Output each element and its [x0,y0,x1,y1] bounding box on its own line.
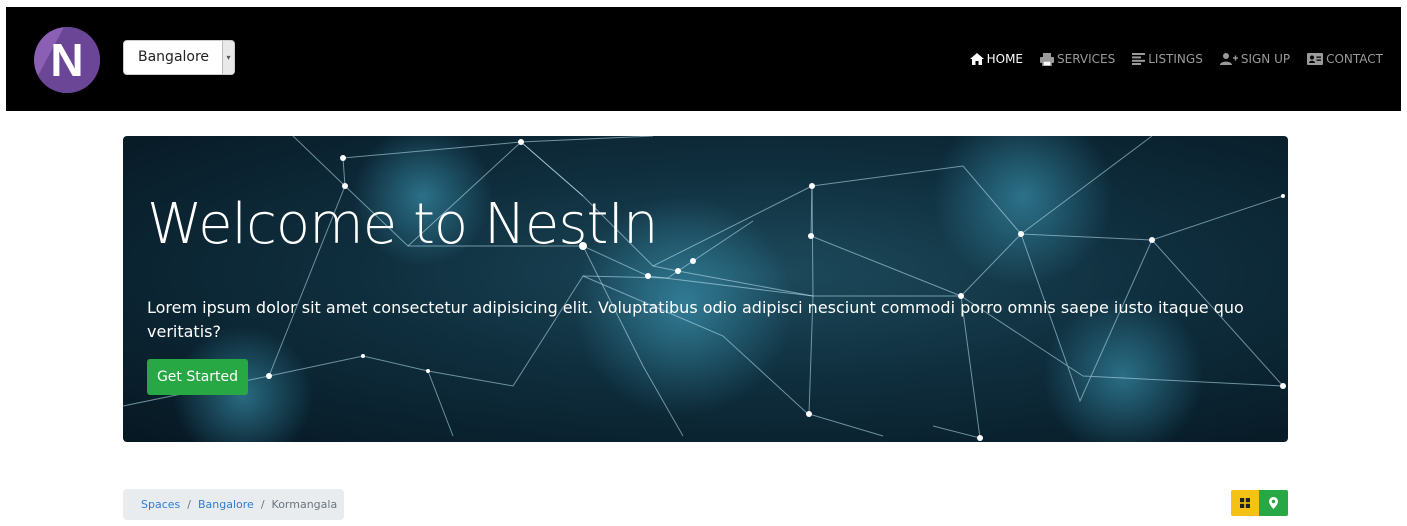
nav-item-services[interactable]: SERVICES [1040,52,1115,66]
nav-label-contact: CONTACT [1326,52,1383,66]
main-nav: HOME SERVICES LISTINGS SIGN UP CONTACT [969,7,1383,111]
breadcrumb-item-spaces[interactable]: Spaces [141,498,180,511]
nav-label-services: SERVICES [1057,52,1116,66]
city-select[interactable]: Bangalore ▾ [123,40,235,75]
chevron-down-icon[interactable]: ▾ [222,41,234,74]
address-card-icon [1307,53,1324,65]
hero-description: Lorem ipsum dolor sit amet consectetur a… [147,298,1244,341]
nav-label-listings: LISTINGS [1148,52,1203,66]
breadcrumb-separator: / [187,498,191,511]
nav-item-contact[interactable]: CONTACT [1307,52,1383,66]
hero-banner: Welcome to NestIn Lorem ipsum dolor sit … [123,136,1288,442]
grid-view-button[interactable] [1231,490,1259,516]
user-plus-icon [1219,53,1238,65]
map-view-button[interactable] [1259,490,1288,516]
breadcrumb-item-city[interactable]: Bangalore [198,498,254,511]
list-icon [1132,53,1146,65]
map-marker-icon [1269,497,1278,509]
breadcrumb-separator: / [260,498,265,511]
city-select-value: Bangalore [138,49,210,65]
grid-icon [1240,498,1250,508]
home-icon [969,53,984,65]
hero-title: Welcome to NestIn [147,192,658,257]
network-background-image [123,136,1286,442]
printer-icon [1040,52,1054,66]
logo-letter: N [50,34,84,86]
breadcrumb: Spaces / Bangalore / Kormangala [123,489,344,520]
nav-item-listings[interactable]: LISTINGS [1132,52,1203,66]
top-navbar: N Bangalore ▾ HOME SERVICES LISTINGS SIG… [6,7,1401,111]
nav-item-home[interactable]: HOME [969,52,1023,66]
breadcrumb-item-current: Kormangala [271,498,338,511]
nav-label-sign-up: SIGN UP [1240,52,1291,66]
nav-item-sign-up[interactable]: SIGN UP [1219,52,1291,66]
brand-logo[interactable]: N [34,27,100,93]
nav-label-home: HOME [986,52,1023,66]
get-started-button[interactable]: Get Started [147,359,248,395]
view-toggle [1231,490,1288,516]
